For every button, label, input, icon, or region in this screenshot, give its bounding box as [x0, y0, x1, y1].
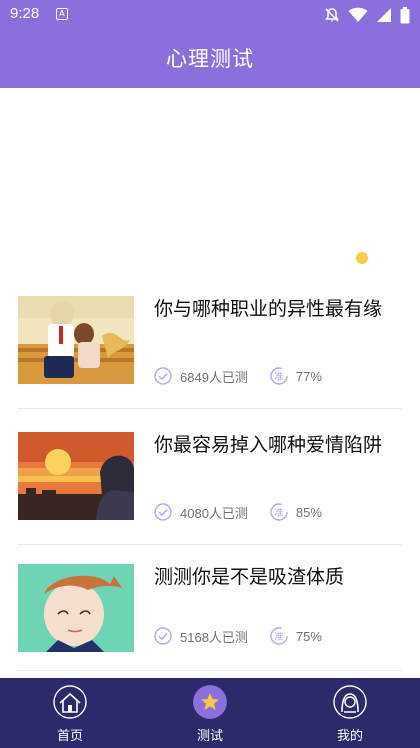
- header-bar: 心理测试: [0, 30, 420, 88]
- test-meta: 5168人已测 准 75%: [154, 626, 322, 646]
- wifi-icon: [348, 7, 368, 22]
- accuracy-badge-icon: 准: [270, 627, 288, 645]
- status-bar: 9:28 A: [0, 0, 420, 30]
- svg-text:准: 准: [274, 632, 283, 643]
- carousel-indicator-dot[interactable]: [356, 252, 368, 264]
- check-circle-icon: [154, 367, 172, 385]
- tab-home[interactable]: 首页: [0, 678, 140, 748]
- accuracy-rate: 85%: [295, 504, 322, 520]
- test-thumbnail: [18, 564, 134, 652]
- user-icon: [333, 685, 367, 719]
- test-list-item[interactable]: 你与哪种职业的异性最有缘 6849人已测 准 77%: [18, 296, 402, 386]
- check-circle-icon: [154, 503, 172, 521]
- divider: [18, 408, 402, 409]
- a-icon: A: [56, 8, 68, 20]
- bottom-tab-bar: 首页 测试 我的: [0, 678, 420, 748]
- svg-text:准: 准: [274, 372, 283, 383]
- tab-label: 首页: [56, 729, 83, 744]
- test-meta: 6849人已测 准 77%: [154, 366, 322, 386]
- page-title: 心理测试: [166, 47, 254, 71]
- status-icons: [324, 6, 410, 24]
- star-icon: [193, 685, 227, 719]
- signal-icon: [377, 8, 391, 22]
- tab-label: 测试: [196, 729, 223, 744]
- test-thumbnail: [18, 432, 134, 520]
- tab-test[interactable]: 测试: [140, 678, 280, 748]
- accuracy-badge-icon: 准: [270, 367, 288, 385]
- test-title: 测测你是不是吸渣体质: [154, 566, 345, 588]
- house-icon: [53, 685, 87, 719]
- battery-icon: [400, 6, 410, 23]
- test-thumbnail: [18, 296, 134, 384]
- divider: [18, 544, 402, 545]
- tester-count: 4080人已测: [180, 505, 248, 521]
- check-circle-icon: [154, 627, 172, 645]
- accuracy-badge-icon: 准: [270, 503, 288, 521]
- tester-count: 5168人已测: [180, 629, 248, 645]
- tab-label: 我的: [336, 729, 363, 744]
- accuracy-rate: 75%: [295, 628, 322, 644]
- banner-carousel[interactable]: [0, 88, 420, 268]
- svg-text:准: 准: [274, 508, 283, 519]
- mute-icon: [325, 8, 339, 22]
- test-meta: 4080人已测 准 85%: [154, 502, 322, 522]
- tab-profile[interactable]: 我的: [280, 678, 420, 748]
- test-title: 你最容易掉入哪种爱情陷阱: [154, 434, 383, 456]
- test-list-item[interactable]: 你最容易掉入哪种爱情陷阱 4080人已测 准 85%: [18, 432, 402, 522]
- test-list-item[interactable]: 测测你是不是吸渣体质 5168人已测 准 75%: [18, 564, 402, 654]
- test-title: 你与哪种职业的异性最有缘: [154, 298, 383, 320]
- accuracy-rate: 77%: [295, 368, 322, 384]
- divider: [18, 670, 402, 671]
- status-time: 9:28: [10, 5, 40, 22]
- tester-count: 6849人已测: [180, 369, 248, 385]
